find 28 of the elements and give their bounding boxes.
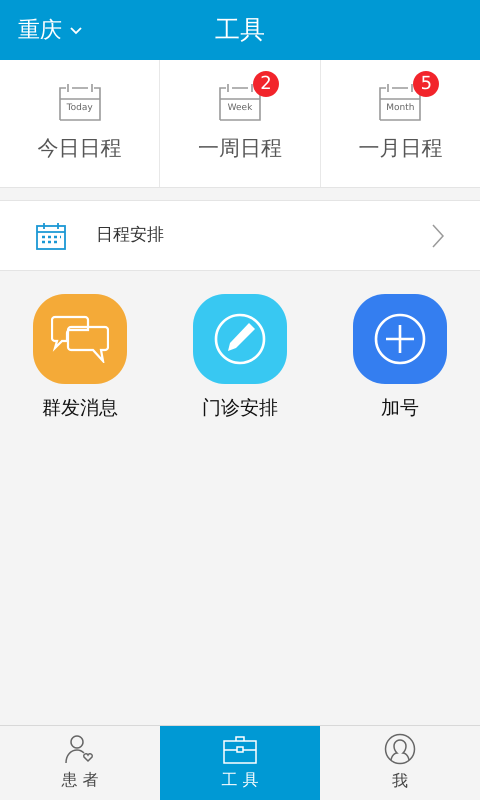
app-label: 群发消息	[42, 396, 118, 421]
schedule-label: 今日日程	[38, 134, 122, 162]
nav-tab[interactable]: 患 者	[0, 726, 160, 800]
calendar-grid-icon	[36, 222, 66, 250]
pencil-in-circle-icon	[213, 312, 267, 366]
count-badge: 2	[252, 70, 279, 97]
schedule-item[interactable]: Week 2 一周日程	[159, 60, 320, 187]
plus-in-circle-icon	[373, 312, 427, 366]
app-label: 门诊安排	[202, 396, 278, 421]
count-badge: 5	[413, 70, 440, 97]
row-label: 日程安排	[96, 224, 165, 247]
app-tile[interactable]	[33, 294, 127, 384]
nav-tab[interactable]: 我	[320, 726, 480, 800]
chevron-right-icon	[432, 224, 444, 248]
app-label: 加号	[381, 396, 419, 421]
chevron-down-icon	[70, 26, 82, 34]
user-circle-icon	[384, 733, 416, 765]
schedule-label: 一月日程	[358, 134, 442, 162]
briefcase-icon	[222, 734, 258, 764]
page-title: 工具	[215, 14, 265, 46]
schedule-item[interactable]: Today 今日日程	[0, 60, 160, 187]
chat-bubbles-icon	[51, 315, 109, 363]
person-with-heart-icon	[64, 734, 96, 764]
schedule-label: 一周日程	[198, 134, 282, 162]
schedule-arrange-row[interactable]: 日程安排	[0, 200, 480, 271]
schedule-item[interactable]: Month 5 一月日程	[320, 60, 480, 187]
app-tile[interactable]	[353, 294, 447, 384]
app-tile[interactable]	[193, 294, 287, 384]
